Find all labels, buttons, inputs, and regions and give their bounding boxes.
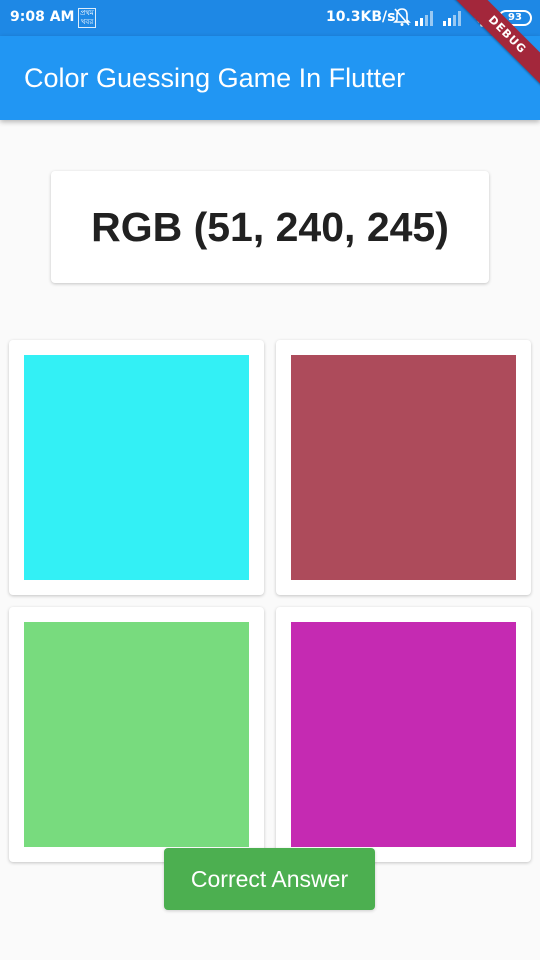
rgb-question-card: RGB (51, 240, 245) [51, 171, 489, 283]
app-bar: Color Guessing Game In Flutter [0, 36, 540, 120]
app-bar-title: Color Guessing Game In Flutter [24, 63, 406, 93]
color-swatch[interactable] [291, 355, 516, 580]
rgb-value-text: RGB (51, 240, 245) [91, 203, 449, 250]
color-option-2[interactable] [276, 340, 531, 595]
color-swatch[interactable] [24, 622, 249, 847]
status-bar: 9:08 AM প্রথম খবর 10.3KB/s 93 [0, 0, 540, 36]
signal-icon [443, 11, 461, 26]
color-option-4[interactable] [276, 607, 531, 862]
color-option-3[interactable] [9, 607, 264, 862]
mute-icon [393, 8, 411, 26]
carrier-icon: প্রথম খবর [78, 8, 96, 28]
app-screen: 9:08 AM প্রথম খবর 10.3KB/s 93 DEBUG Colo… [0, 0, 540, 960]
correct-answer-button[interactable]: Correct Answer [164, 848, 375, 910]
network-speed: 10.3KB/s [326, 9, 396, 25]
signal-icon [415, 11, 433, 26]
color-swatch[interactable] [291, 622, 516, 847]
status-time: 9:08 AM [10, 9, 75, 25]
color-swatch[interactable] [24, 355, 249, 580]
color-option-1[interactable] [9, 340, 264, 595]
